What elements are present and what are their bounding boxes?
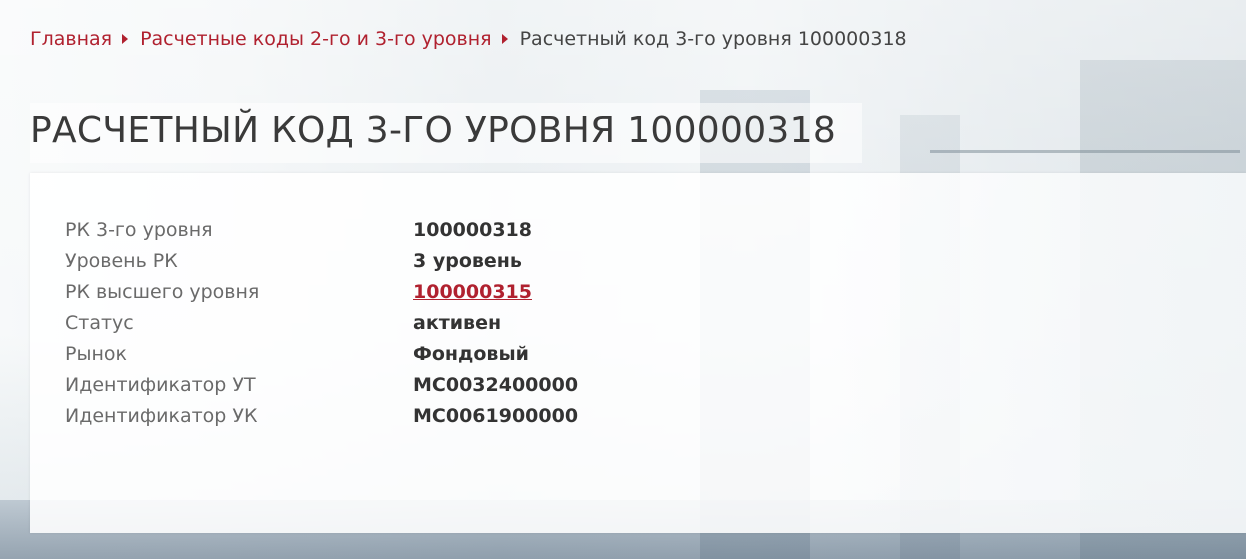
detail-row-status: Статус активен <box>65 308 578 339</box>
page-title: РАСЧЕТНЫЙ КОД 3-ГО УРОВНЯ 100000318 <box>30 110 837 151</box>
details-list: РК 3-го уровня 100000318 Уровень РК 3 ур… <box>65 215 578 432</box>
detail-row-uk-id: Идентификатор УК MC0061900000 <box>65 401 578 432</box>
background-building <box>930 150 1240 153</box>
detail-label: Идентификатор УК <box>65 405 258 427</box>
breadcrumb-current: Расчетный код 3-го уровня 100000318 <box>519 28 907 50</box>
detail-label: РК 3-го уровня <box>65 219 213 241</box>
breadcrumb: Главная Расчетные коды 2-го и 3-го уровн… <box>30 28 907 50</box>
detail-value: MC0061900000 <box>413 405 579 427</box>
detail-label: РК высшего уровня <box>65 281 260 303</box>
parent-rk-link[interactable]: 100000315 <box>413 281 532 303</box>
breadcrumb-section-link[interactable]: Расчетные коды 2-го и 3-го уровня <box>140 28 492 50</box>
detail-value-wrap: 100000315 <box>413 277 532 308</box>
detail-value: Фондовый <box>413 343 529 365</box>
detail-label: Уровень РК <box>65 250 178 272</box>
detail-label: Статус <box>65 312 134 334</box>
detail-row-ut-id: Идентификатор УТ MC0032400000 <box>65 370 578 401</box>
detail-row-parent: РК высшего уровня 100000315 <box>65 277 578 308</box>
caret-right-icon <box>122 34 129 44</box>
breadcrumb-home-link[interactable]: Главная <box>30 28 112 50</box>
detail-value: 3 уровень <box>413 250 522 272</box>
detail-value: 100000318 <box>413 219 532 241</box>
details-card: РК 3-го уровня 100000318 Уровень РК 3 ур… <box>30 173 1246 533</box>
page-title-box: РАСЧЕТНЫЙ КОД 3-ГО УРОВНЯ 100000318 <box>30 103 863 163</box>
detail-value: активен <box>413 312 502 334</box>
detail-row-rk3: РК 3-го уровня 100000318 <box>65 215 578 246</box>
caret-right-icon <box>501 34 508 44</box>
detail-row-market: Рынок Фондовый <box>65 339 578 370</box>
detail-value: MC0032400000 <box>413 374 579 396</box>
detail-row-level: Уровень РК 3 уровень <box>65 246 578 277</box>
detail-label: Рынок <box>65 343 127 365</box>
detail-label: Идентификатор УТ <box>65 374 256 396</box>
